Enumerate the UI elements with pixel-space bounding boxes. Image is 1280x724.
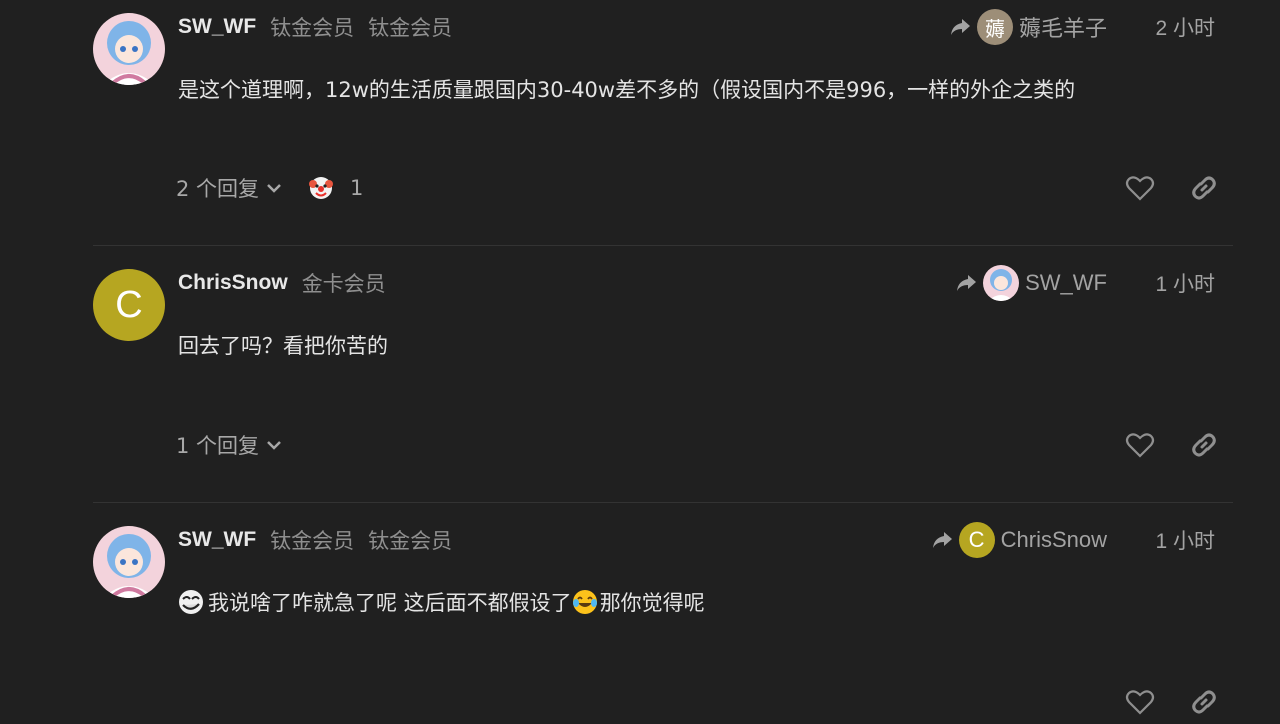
reply-to-avatar: 薅	[976, 9, 1013, 45]
reply-to-name: SW_WF	[1025, 270, 1107, 295]
reply-arrow-icon	[932, 532, 952, 548]
username[interactable]: ChrisSnow	[178, 271, 288, 295]
link-icon[interactable]	[1189, 430, 1219, 460]
user-title: 钛金会员	[270, 529, 355, 553]
post-meta: SW_WF 钛金会员 钛金会员	[178, 525, 452, 555]
chevron-down-icon	[267, 441, 281, 450]
show-replies-button[interactable]: 2 个回复	[176, 168, 283, 208]
reply-to-name: 薅毛羊子	[1018, 16, 1107, 41]
user-avatar[interactable]	[93, 526, 165, 598]
username[interactable]: SW_WF	[178, 15, 256, 39]
post-meta: SW_WF 钛金会员 钛金会员	[178, 12, 452, 42]
post-text: 那你觉得呢	[599, 591, 705, 615]
user-avatar[interactable]: C	[93, 269, 165, 341]
post-content: 是这个道理啊，12w的生活质量跟国内30-40w差不多的（假设国内不是996，一…	[178, 78, 1076, 102]
reply-to-name: ChrisSnow	[1000, 527, 1107, 552]
post-actions	[93, 682, 1233, 722]
chevron-down-icon	[267, 184, 281, 193]
reaction-button[interactable]: 1	[308, 168, 363, 208]
user-title: 钛金会员	[368, 16, 453, 40]
post-time[interactable]: 1 小时	[1155, 525, 1215, 555]
post-time[interactable]: 1 小时	[1155, 268, 1215, 298]
post-content: 回去了吗？看把你苦的	[178, 334, 388, 358]
like-heart-icon[interactable]	[1125, 431, 1155, 459]
link-icon[interactable]	[1189, 173, 1219, 203]
reply-arrow-icon	[950, 19, 970, 35]
post-content: 我说啥了咋就急了呢 这后面不都假设了 那你觉得呢	[178, 587, 705, 617]
replies-count: 1 个回复	[176, 434, 260, 458]
user-title: 金卡会员	[301, 272, 386, 296]
reaction-count: 1	[350, 176, 364, 200]
user-title: 钛金会员	[270, 16, 355, 40]
reply-to-tab[interactable]: C ChrisSnow	[931, 522, 1107, 558]
post-actions: 1 个回复	[93, 425, 1233, 465]
post-divider	[93, 502, 1233, 503]
reply-to-avatar	[983, 265, 1020, 301]
post-text: 我说啥了咋就急了呢 这后面不都假设了	[208, 591, 572, 615]
reply-arrow-icon	[957, 275, 977, 291]
like-heart-icon[interactable]	[1125, 174, 1155, 202]
post-divider	[93, 245, 1233, 246]
link-icon[interactable]	[1189, 687, 1219, 717]
username[interactable]: SW_WF	[178, 528, 256, 552]
user-title: 钛金会员	[368, 529, 453, 553]
troll-face-emoji-icon	[179, 590, 203, 614]
clown-face-icon	[309, 177, 333, 199]
like-heart-icon[interactable]	[1125, 688, 1155, 716]
replies-count: 2 个回复	[176, 177, 260, 201]
reply-to-avatar: C	[958, 522, 995, 558]
tears-of-joy-emoji-icon	[572, 590, 597, 614]
post-actions: 2 个回复 1	[93, 168, 1233, 208]
reply-to-tab[interactable]: 薅 薅毛羊子	[949, 9, 1107, 45]
post-time[interactable]: 2 小时	[1155, 12, 1215, 42]
reply-to-tab[interactable]: SW_WF	[955, 265, 1107, 301]
post-meta: ChrisSnow 金卡会员	[178, 268, 386, 298]
user-avatar[interactable]	[93, 13, 165, 85]
show-replies-button[interactable]: 1 个回复	[176, 425, 283, 465]
